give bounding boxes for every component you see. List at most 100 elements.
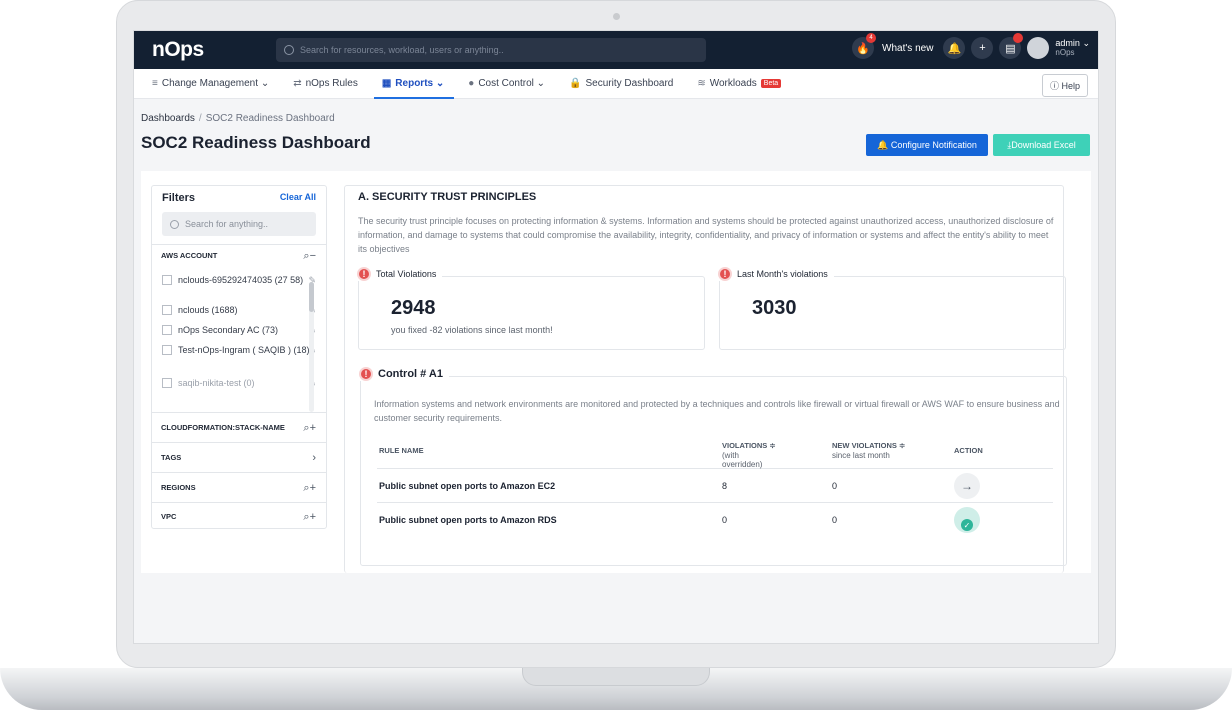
checkbox[interactable]	[162, 378, 172, 388]
account-list-scrollbar[interactable]	[309, 282, 314, 412]
whats-new-link[interactable]: What's new	[882, 43, 933, 54]
checkbox[interactable]	[162, 345, 172, 355]
chevron-down-icon: ⌄	[435, 78, 445, 89]
report-icon: ▦	[381, 78, 392, 89]
global-search-input[interactable]: Search for resources, workload, users or…	[276, 38, 706, 62]
chevron-down-icon: ⌄	[536, 78, 546, 89]
nav-reports[interactable]: ▦ Reports ⌄	[373, 69, 455, 99]
header-label: VIOLATIONS ≑	[722, 441, 776, 450]
table-row[interactable]: Public subnet open ports to Amazon RDS 0…	[377, 503, 1053, 537]
section-label: REGIONS	[161, 483, 196, 492]
search-collapse-icon[interactable]: ⌕−	[303, 245, 316, 267]
logo[interactable]: nOps	[152, 38, 204, 62]
page-body: Dashboards / SOC2 Readiness Dashboard SOC2…	[134, 99, 1098, 643]
violations-count: 0	[722, 515, 728, 525]
search-expand-icon[interactable]: ⌕+	[303, 503, 316, 531]
section-label: TAGS	[161, 453, 182, 462]
checkbox[interactable]	[162, 325, 172, 335]
search-placeholder: Search for resources, workload, users or…	[300, 45, 504, 55]
filter-search-input[interactable]: Search for anything..	[162, 212, 316, 236]
search-icon	[170, 219, 179, 229]
account-option[interactable]: saqib-nikita-test (0)✎	[162, 377, 316, 389]
help-icon: ⓘ	[1049, 81, 1059, 91]
screen: nOps Search for resources, workload, use…	[133, 30, 1099, 644]
vpc-section[interactable]: VPC ⌕+	[152, 502, 326, 530]
configure-notification-button[interactable]: 🔔 Configure Notification	[866, 134, 988, 156]
section-label: VPC	[161, 512, 177, 521]
nav-label: nOps Rules	[305, 78, 358, 89]
breadcrumb-current: SOC2 Readiness Dashboard	[205, 113, 335, 124]
section-description: The security trust principle focuses on …	[358, 216, 1054, 254]
check-circle-icon[interactable]: ✓	[954, 507, 980, 533]
bell-icon[interactable]: 🔔	[943, 37, 966, 59]
card-label: Last Month's violations	[737, 269, 828, 279]
swap-icon: ⇄	[293, 78, 302, 89]
top-bar: nOps Search for resources, workload, use…	[134, 31, 1098, 69]
rule-name: Public subnet open ports to Amazon RDS	[379, 515, 557, 525]
section-label: AWS ACCOUNT	[161, 251, 218, 260]
notification-dot	[1013, 33, 1024, 43]
whats-new-badge: 4	[866, 33, 877, 43]
arrow-right-icon[interactable]: →	[954, 473, 980, 499]
regions-section[interactable]: REGIONS ⌕+	[152, 472, 326, 502]
total-violations-card: ! Total Violations 2948 you fixed -82 vio…	[357, 267, 705, 350]
last-month-card: ! Last Month's violations 3030	[718, 267, 1066, 350]
account-option[interactable]: Test-nOps-Ingram ( SAQIB ) (18)✎	[162, 344, 316, 356]
account-option[interactable]: nOps Secondary AC (73)✎	[162, 324, 316, 336]
layers-icon: ≋	[697, 78, 706, 89]
table-row[interactable]: Public subnet open ports to Amazon EC2 8…	[377, 469, 1053, 503]
alert-icon: !	[718, 267, 732, 281]
section-label: CLOUDFORMATION:STACK-NAME	[161, 423, 285, 432]
account-label: nclouds (1688)	[178, 305, 238, 315]
clear-all-link[interactable]: Clear All	[280, 192, 316, 202]
nav-cost-control[interactable]: ● Cost Control ⌄	[468, 69, 545, 99]
control-a1-card: ! Control # A1 Information systems and ne…	[359, 367, 1067, 566]
violations-header[interactable]: VIOLATIONS ≑ (with overridden)	[722, 441, 776, 469]
search-expand-icon[interactable]: ⌕+	[303, 413, 316, 443]
account-option[interactable]: nclouds (1688)✎	[162, 304, 316, 316]
checkbox[interactable]	[162, 305, 172, 315]
table-header: RULE NAME VIOLATIONS ≑ (with overridden) …	[377, 433, 1053, 469]
user-menu[interactable]: admin ⌄ nOps	[1055, 38, 1090, 58]
search-icon	[284, 45, 294, 55]
nav-change-management[interactable]: ≡ Change Management ⌄	[152, 69, 269, 99]
alert-icon: !	[357, 267, 371, 281]
nav-security-dashboard[interactable]: 🔒 Security Dashboard	[569, 69, 673, 99]
header-sub: (with overridden)	[722, 451, 763, 469]
header-label: NEW VIOLATIONS ≑	[832, 441, 906, 450]
filter-search-placeholder: Search for anything..	[185, 219, 269, 229]
fire-icon[interactable]: 🔥 4	[852, 33, 877, 59]
rule-name-header: RULE NAME	[379, 446, 424, 455]
user-name: admin	[1055, 38, 1080, 48]
search-expand-icon[interactable]: ⌕+	[303, 473, 316, 503]
content-panel: Filters Clear All Search for anything.. …	[141, 171, 1091, 573]
breadcrumb-root[interactable]: Dashboards	[141, 113, 195, 124]
page-title: SOC2 Readiness Dashboard	[141, 133, 371, 152]
last-month-value: 3030	[752, 297, 797, 319]
check-icon: ✓	[961, 519, 973, 531]
new-violations-header[interactable]: NEW VIOLATIONS ≑ since last month	[832, 441, 906, 460]
card-label: Total Violations	[376, 269, 437, 279]
clipboard-icon[interactable]: ▤	[999, 33, 1024, 59]
account-label: nOps Secondary AC (73)	[178, 325, 279, 335]
alert-icon: !	[359, 367, 373, 381]
scrollbar-thumb[interactable]	[309, 282, 314, 312]
laptop-notch	[522, 668, 710, 686]
help-label: Help	[1061, 81, 1080, 91]
nav-workloads[interactable]: ≋ Workloads Beta	[697, 69, 782, 99]
checkbox[interactable]	[162, 275, 172, 285]
nav-nops-rules[interactable]: ⇄ nOps Rules	[293, 69, 358, 99]
download-excel-button[interactable]: ⤓ Download Excel	[993, 134, 1090, 156]
plus-icon[interactable]: +	[971, 37, 994, 59]
cloudformation-section[interactable]: CLOUDFORMATION:STACK-NAME ⌕+	[152, 412, 326, 442]
account-label: Test-nOps-Ingram ( SAQIB ) (18)	[178, 345, 310, 355]
aws-account-section[interactable]: AWS ACCOUNT ⌕−	[152, 244, 326, 266]
trust-principles-panel: A. SECURITY TRUST PRINCIPLES The securit…	[344, 185, 1067, 573]
help-button[interactable]: ⓘ Help	[1041, 74, 1088, 97]
chevron-right-icon[interactable]: ›	[312, 443, 316, 473]
filters-title: Filters	[162, 192, 196, 204]
account-option[interactable]: nclouds-695292474035 (27 58) ✎	[162, 274, 316, 286]
account-label: saqib-nikita-test (0)	[178, 378, 255, 388]
tags-section[interactable]: TAGS ›	[152, 442, 326, 472]
avatar[interactable]	[1027, 37, 1050, 59]
